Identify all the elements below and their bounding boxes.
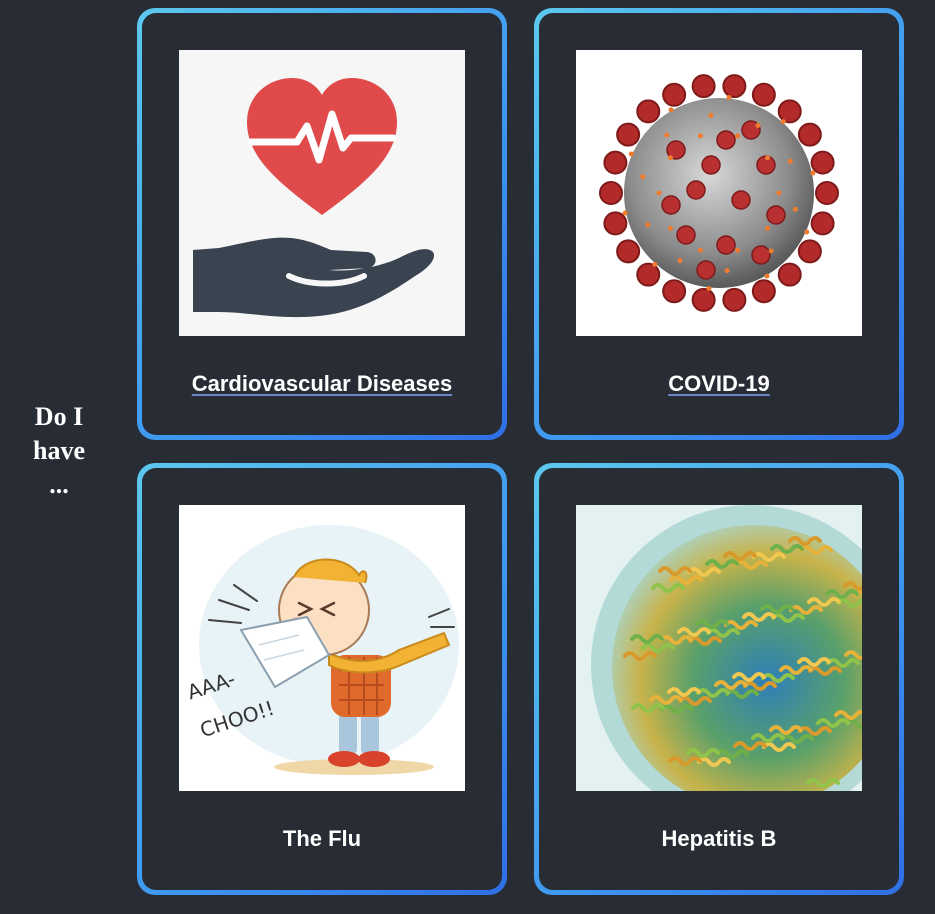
sneezing-child-icon: AAA- CHOO!! [184, 525, 459, 775]
card-cardiovascular-diseases[interactable]: Cardiovascular Diseases [137, 8, 507, 440]
question-line-3: ... [49, 470, 69, 499]
question-line-2: have [33, 436, 85, 465]
card-body: Cardiovascular Diseases [142, 13, 502, 435]
page: Do I have ... Cardiovascular Diseases CO… [0, 0, 935, 914]
covid-image[interactable] [576, 50, 862, 336]
cardiovascular-image[interactable] [179, 50, 465, 336]
question-label: Do I have ... [14, 400, 104, 502]
virus-icon [599, 74, 839, 312]
card-title[interactable]: Hepatitis B [539, 826, 899, 852]
flu-image[interactable]: AAA- CHOO!! [179, 505, 465, 791]
hepatitis-virus-icon [576, 505, 862, 791]
heart-hand-icon [193, 78, 435, 318]
card-covid-19[interactable]: COVID-19 [534, 8, 904, 440]
card-hepatitis-b[interactable]: Hepatitis B [534, 463, 904, 895]
card-body: COVID-19 [539, 13, 899, 435]
question-line-1: Do I [34, 402, 84, 431]
disease-grid: Cardiovascular Diseases COVID-19 AAA- CH… [137, 8, 907, 896]
card-title[interactable]: The Flu [142, 826, 502, 852]
card-the-flu[interactable]: AAA- CHOO!! The Flu [137, 463, 507, 895]
hepatitis-b-image[interactable] [576, 505, 862, 791]
card-title[interactable]: COVID-19 [539, 371, 899, 397]
card-title[interactable]: Cardiovascular Diseases [142, 371, 502, 397]
card-body: AAA- CHOO!! The Flu [142, 468, 502, 890]
card-body: Hepatitis B [539, 468, 899, 890]
